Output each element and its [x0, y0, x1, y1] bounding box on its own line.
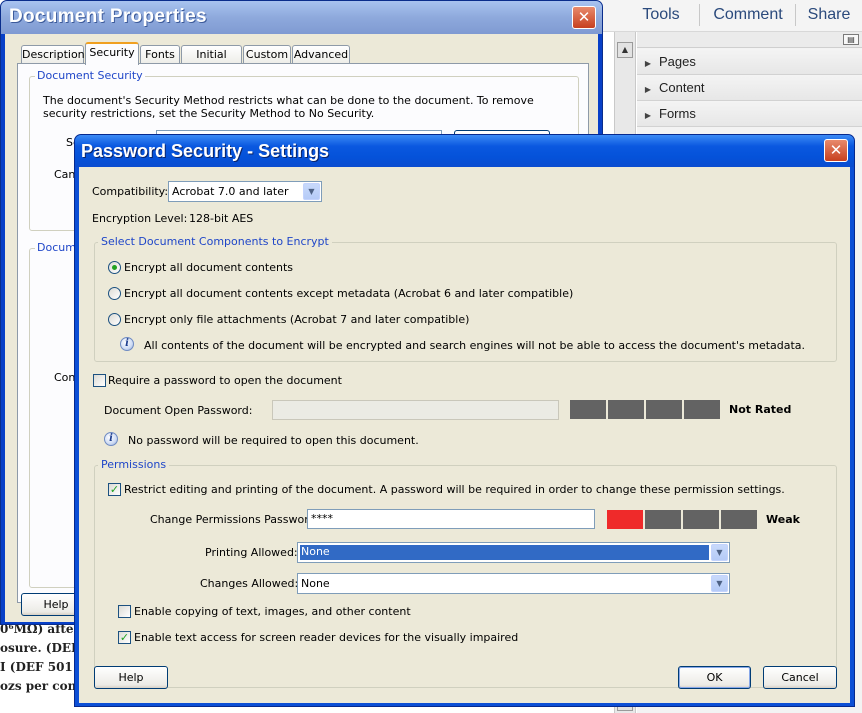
security-description: The document's Security Method restricts…	[43, 94, 534, 120]
close-icon[interactable]: ✕	[572, 6, 596, 29]
tab-initial-view[interactable]: Initial View	[181, 45, 242, 79]
cancel-button[interactable]: Cancel	[763, 666, 837, 689]
share-button[interactable]: Share	[798, 0, 860, 32]
strength-segment-filled	[607, 510, 643, 529]
toolbar-separator	[795, 4, 796, 26]
expand-triangle-icon: ▶	[644, 85, 652, 94]
document-page-fragment: 0⁶MΩ) afte osure. (DEF I (DEF 501 I ozs …	[0, 620, 80, 713]
permissions-group: Permissions ✓ Restrict editing and print…	[94, 458, 837, 688]
strength-segment	[683, 510, 719, 529]
tab-advanced[interactable]: Advanced	[292, 45, 350, 65]
radio-selected-dot	[112, 265, 117, 270]
strength-segment	[570, 400, 606, 419]
can-be-opened-label: Can	[54, 168, 76, 181]
printing-allowed-select[interactable]: None ▼	[297, 542, 730, 563]
encrypt-attachments-label[interactable]: Encrypt only file attachments (Acrobat 7…	[124, 313, 469, 327]
group-legend: Permissions	[98, 458, 170, 472]
tab-security[interactable]: Security	[85, 42, 139, 65]
tab-description[interactable]: Description	[21, 45, 85, 65]
strength-segment	[646, 400, 682, 419]
chevron-down-icon[interactable]: ▼	[303, 183, 320, 200]
dialog-title: Password Security - Settings	[81, 141, 330, 161]
open-password-input[interactable]	[272, 400, 559, 420]
encryption-level-label: Encryption Level:	[92, 212, 188, 225]
changes-allowed-select[interactable]: None ▼	[297, 573, 730, 594]
panel-header: ▤	[637, 32, 862, 48]
open-password-strength-meter	[570, 400, 720, 419]
open-password-label: Document Open Password:	[104, 404, 253, 417]
group-legend: Document Security	[35, 69, 145, 82]
panel-options-icon[interactable]: ▤	[843, 34, 859, 45]
components-info-text: All contents of the document will be enc…	[144, 339, 806, 352]
open-password-info-text: No password will be required to open thi…	[128, 434, 419, 447]
dialog-title-bar[interactable]: Document Properties ✕	[1, 1, 602, 34]
printing-allowed-value: None	[300, 545, 709, 560]
encrypt-attachments-radio[interactable]	[108, 313, 121, 326]
encrypt-except-metadata-label[interactable]: Encrypt all document contents except met…	[124, 287, 573, 301]
open-password-rating: Not Rated	[729, 403, 792, 416]
permissions-password-input[interactable]: ****	[307, 509, 595, 529]
expand-triangle-icon: ▶	[644, 111, 652, 120]
strength-segment	[608, 400, 644, 419]
document-text-line: I (DEF 501 I	[0, 660, 80, 674]
toolbar-separator	[699, 4, 700, 26]
permissions-password-label: Change Permissions Password:	[150, 513, 320, 526]
compatibility-select[interactable]: Acrobat 7.0 and later ▼	[168, 181, 322, 202]
comment-button[interactable]: Comment	[702, 0, 794, 32]
dialog-body: Compatibility: Acrobat 7.0 and later ▼ E…	[79, 167, 850, 703]
panel-item-label: Pages	[659, 54, 696, 69]
screen-reader-access-checkbox[interactable]: ✓	[118, 631, 131, 644]
help-button[interactable]: Help	[94, 666, 168, 689]
dialog-title: Document Properties	[9, 6, 207, 27]
changes-allowed-label: Changes Allowed:	[200, 577, 299, 590]
chevron-down-icon[interactable]: ▼	[711, 544, 728, 561]
panel-item-pages[interactable]: ▶ Pages	[637, 49, 862, 75]
strength-segment	[684, 400, 720, 419]
chevron-down-icon[interactable]: ▼	[711, 575, 728, 592]
strength-segment	[645, 510, 681, 529]
app-toolbar: Tools Comment Share	[600, 0, 862, 32]
panel-item-content[interactable]: ▶ Content	[637, 75, 862, 101]
tools-button[interactable]: Tools	[624, 0, 698, 32]
tab-custom[interactable]: Custom	[243, 45, 291, 65]
group-legend: Select Document Components to Encrypt	[98, 235, 332, 249]
encrypt-except-metadata-radio[interactable]	[108, 287, 121, 300]
password-security-dialog: Password Security - Settings ✕ Compatibi…	[74, 134, 855, 707]
compatibility-value: Acrobat 7.0 and later	[172, 185, 289, 198]
enable-copying-checkbox[interactable]	[118, 605, 131, 618]
restrict-editing-label[interactable]: Restrict editing and printing of the doc…	[124, 483, 785, 497]
compatibility-label: Compatibility:	[92, 185, 169, 198]
expand-triangle-icon: ▶	[644, 59, 652, 68]
enable-copying-label[interactable]: Enable copying of text, images, and othe…	[134, 605, 411, 619]
permissions-password-strength-meter	[607, 510, 757, 529]
permissions-password-rating: Weak	[766, 513, 800, 526]
ok-button[interactable]: OK	[678, 666, 751, 689]
require-open-password-checkbox[interactable]	[93, 374, 106, 387]
screen-reader-access-label[interactable]: Enable text access for screen reader dev…	[134, 631, 518, 645]
changes-allowed-value: None	[301, 577, 330, 590]
encrypt-components-group: Select Document Components to Encrypt En…	[94, 235, 837, 362]
panel-item-forms[interactable]: ▶ Forms	[637, 101, 862, 127]
restrict-editing-checkbox[interactable]: ✓	[108, 483, 121, 496]
info-icon: i	[120, 337, 134, 351]
panel-item-label: Content	[659, 80, 705, 95]
scroll-up-arrow-icon[interactable]: ▲	[617, 42, 633, 58]
encryption-level-value: 128-bit AES	[189, 212, 254, 225]
close-icon[interactable]: ✕	[824, 139, 848, 162]
panel-item-label: Forms	[659, 106, 696, 121]
document-text-line: ozs per con	[0, 679, 77, 693]
encrypt-all-label[interactable]: Encrypt all document contents	[124, 261, 293, 275]
encrypt-all-radio[interactable]	[108, 261, 121, 274]
dialog-title-bar[interactable]: Password Security - Settings ✕	[75, 135, 854, 167]
strength-segment	[721, 510, 757, 529]
printing-allowed-label: Printing Allowed:	[205, 546, 298, 559]
info-icon: i	[104, 432, 118, 446]
tab-fonts[interactable]: Fonts	[140, 45, 180, 65]
require-open-password-label[interactable]: Require a password to open the document	[108, 374, 342, 388]
document-text-line: osure. (DEF	[0, 641, 80, 655]
